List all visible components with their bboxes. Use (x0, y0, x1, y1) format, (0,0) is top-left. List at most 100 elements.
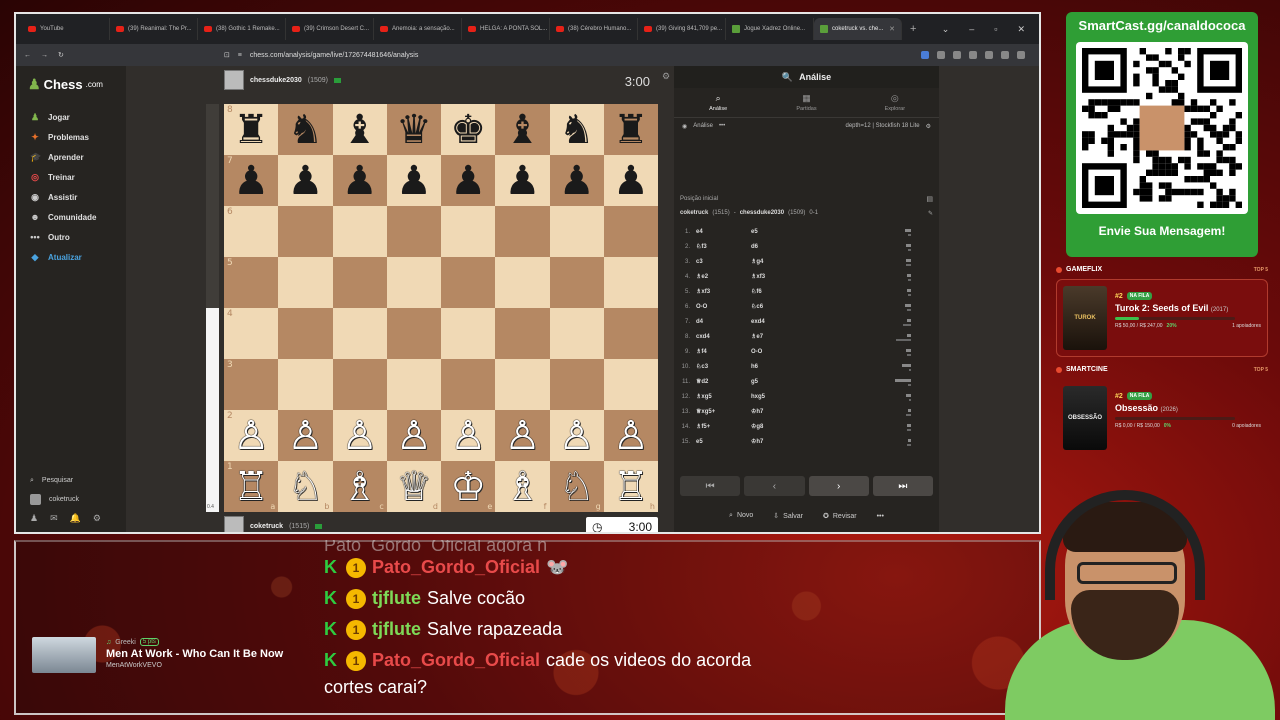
board-square[interactable]: ♙ (278, 410, 333, 461)
board-square[interactable]: ♞ (549, 104, 604, 155)
board-square[interactable]: 5 (224, 257, 279, 308)
black-move[interactable]: ♗xf3 (751, 273, 891, 280)
board-square[interactable]: ♟ (495, 155, 550, 206)
revisar-button[interactable]: ✪ Revisar (823, 512, 857, 520)
reload-icon[interactable]: ↻ (58, 51, 64, 59)
black-move[interactable]: ♔g8 (751, 423, 891, 430)
profile-icon[interactable] (1001, 51, 1009, 59)
white-move[interactable]: ♗xf3 (696, 288, 751, 295)
sidebar-item-aprender[interactable]: 🎓 Aprender (16, 147, 126, 167)
chess-piece[interactable]: ♙ (287, 416, 323, 456)
chess-piece[interactable]: ♞ (559, 110, 595, 150)
chess-piece[interactable]: ♟ (342, 161, 378, 201)
board-square[interactable]: ♝ (495, 104, 550, 155)
chess-piece[interactable]: ♕ (396, 467, 432, 507)
chess-piece[interactable]: ♙ (613, 416, 649, 456)
chess-piece[interactable]: ♜ (613, 110, 649, 150)
board-square[interactable] (278, 206, 333, 257)
board-square[interactable]: ♙ (603, 410, 658, 461)
extension-icon[interactable] (921, 51, 929, 59)
more-icon[interactable]: ••• (719, 123, 725, 129)
back-icon[interactable]: ← (24, 52, 31, 59)
board-square[interactable]: ♟ (549, 155, 604, 206)
board-square[interactable]: ♟ (441, 155, 496, 206)
black-move[interactable]: e5 (751, 229, 891, 235)
board-square[interactable] (441, 257, 496, 308)
chess-piece[interactable]: ♗ (504, 467, 540, 507)
board-square[interactable] (278, 308, 333, 359)
extension-icon[interactable] (985, 51, 993, 59)
white-move[interactable]: e5 (696, 439, 751, 445)
chess-piece[interactable]: ♖ (233, 467, 269, 507)
chess-piece[interactable]: ♙ (233, 416, 269, 456)
tab-explorar[interactable]: ◎ Explorar (851, 88, 939, 117)
board-square[interactable] (495, 257, 550, 308)
board-square[interactable]: 1 a ♖ (224, 461, 279, 512)
board-square[interactable] (495, 206, 550, 257)
black-move[interactable]: ♘f6 (751, 288, 891, 295)
board-square[interactable] (495, 308, 550, 359)
sidebar-item-atualizar[interactable]: ◆ Atualizar (16, 247, 126, 267)
white-move[interactable]: ♗e2 (696, 273, 751, 280)
settings-icon[interactable]: ⚙ (926, 123, 931, 130)
board-square[interactable]: ♟ (603, 155, 658, 206)
board-square[interactable] (441, 206, 496, 257)
board-square[interactable]: e ♔ (441, 461, 496, 512)
gear-icon[interactable]: ⚙ (662, 71, 670, 82)
board-square[interactable]: g ♘ (549, 461, 604, 512)
new-tab-button[interactable]: + (910, 23, 916, 35)
board-square[interactable]: h ♖ (603, 461, 658, 512)
sidebar-user[interactable]: coketruck (16, 490, 126, 509)
messages-icon[interactable]: ✉ (50, 513, 58, 524)
board-square[interactable] (278, 359, 333, 410)
black-move[interactable]: hxg5 (751, 394, 891, 400)
next-move-button[interactable]: › (808, 476, 869, 496)
chess-board[interactable]: 8 ♜ ♞ ♝ ♛ ♚ ♝ ♞ ♜ 7 ♟ ♟ ♟ ♟ ♟ ♟ ♟ ♟ 6 5 4 3 2 ♙ ♙ ♙ ♙ ♙ ♙ ♙ ♙ 1 a ♖ b ♘ c ♗ d ♕… (224, 104, 658, 512)
sidebar-item-problemas[interactable]: ✦ Problemas (16, 127, 126, 147)
board-square[interactable] (603, 206, 658, 257)
board-square[interactable]: ♛ (386, 104, 441, 155)
close-window-button[interactable]: ✕ (1017, 24, 1025, 35)
chess-piece[interactable]: ♛ (396, 110, 432, 150)
board-square[interactable] (549, 359, 604, 410)
edit-icon[interactable]: ✎ (928, 210, 933, 217)
browser-tab[interactable]: Anemoia: a sensação... (374, 18, 462, 40)
board-square[interactable] (386, 206, 441, 257)
board-square[interactable] (549, 308, 604, 359)
board-square[interactable]: 4 (224, 308, 279, 359)
board-square[interactable]: 2 ♙ (224, 410, 279, 461)
white-move[interactable]: ♕d2 (696, 378, 751, 385)
sidebar-item-treinar[interactable]: ◎ Treinar (16, 167, 126, 187)
browser-tab[interactable]: coketruck vs. che... ✕ (814, 18, 902, 40)
player-name[interactable]: chessduke2030 (250, 77, 302, 84)
white-move[interactable]: ♘c3 (696, 363, 751, 370)
first-move-button[interactable]: ⏮ (680, 476, 741, 496)
address-bar[interactable]: ⊡ ≡ chess.com/analysis/game/live/1726744… (73, 47, 911, 63)
sidebar-item-jogar[interactable]: ♟ Jogar (16, 107, 126, 127)
board-square[interactable] (332, 359, 387, 410)
board-square[interactable]: ♙ (549, 410, 604, 461)
board-square[interactable]: 6 (224, 206, 279, 257)
board-square[interactable]: ♙ (441, 410, 496, 461)
board-square[interactable] (441, 308, 496, 359)
browser-tab[interactable]: (38) Gothic 1 Remake... (198, 18, 286, 40)
board-square[interactable] (332, 206, 387, 257)
board-square[interactable]: 7 ♟ (224, 155, 279, 206)
extension-icon[interactable] (969, 51, 977, 59)
board-square[interactable] (603, 257, 658, 308)
board-square[interactable] (603, 308, 658, 359)
menu-icon[interactable] (1017, 51, 1025, 59)
tab-partidas[interactable]: ▦ Partidas (762, 88, 850, 117)
more-options-icon[interactable]: ••• (877, 513, 884, 520)
chess-piece[interactable]: ♝ (342, 110, 378, 150)
white-move[interactable]: ♗f4 (696, 348, 751, 355)
chess-piece[interactable]: ♙ (450, 416, 486, 456)
browser-tab[interactable]: YouTube (22, 18, 110, 40)
browser-tab[interactable]: (39) Crimson Desert C... (286, 18, 374, 40)
start-position[interactable]: Posição inicial ▤ (674, 192, 939, 206)
black-move[interactable]: O-O (751, 349, 891, 355)
white-move[interactable]: e4 (696, 229, 751, 235)
chess-piece[interactable]: ♟ (559, 161, 595, 201)
black-move[interactable]: g5 (751, 379, 891, 385)
board-square[interactable] (386, 257, 441, 308)
